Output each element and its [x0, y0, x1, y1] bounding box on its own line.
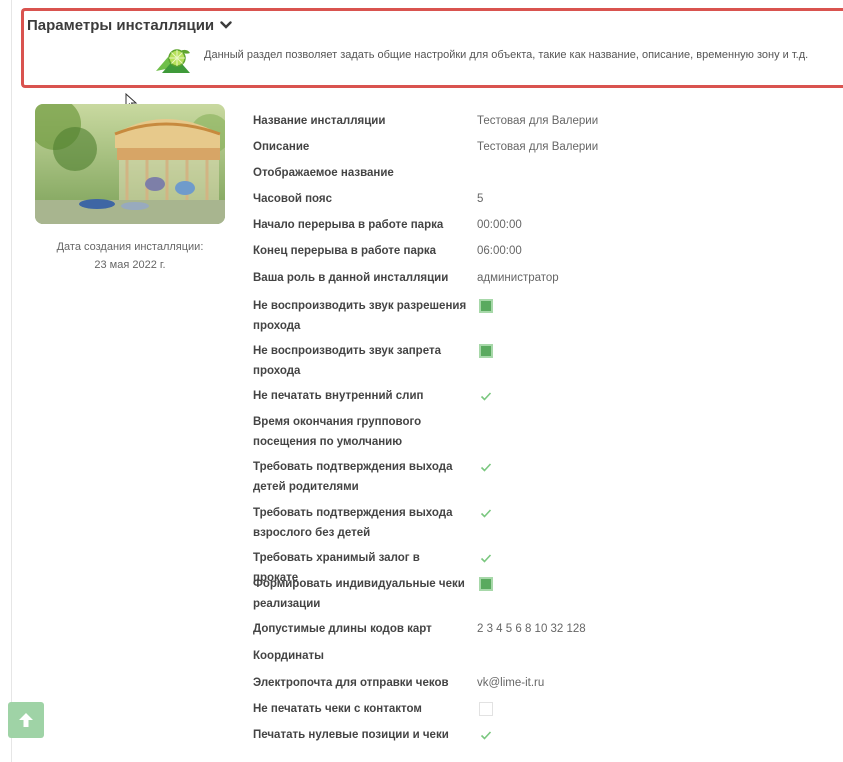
setting-label: Отображаемое название [253, 167, 394, 179]
setting-label: Ваша роль в данной инсталляции [253, 272, 449, 284]
created-date-value: 23 мая 2022 г. [94, 259, 166, 271]
section-description: Данный раздел позволяет задать общие нас… [204, 49, 809, 61]
setting-value: 5 [477, 193, 484, 205]
setting-label: Требовать подтверждения выхода взрослого… [253, 507, 453, 539]
check-icon[interactable] [479, 551, 493, 565]
setting-label: Не воспроизводить звук запрета прохода [253, 345, 441, 377]
checkbox-unchecked[interactable] [479, 702, 493, 716]
check-icon[interactable] [479, 460, 493, 474]
section-title-toggle[interactable]: Параметры инсталляции [27, 17, 232, 34]
page-left-border [11, 0, 12, 762]
setting-label: Печатать нулевые позиции и чеки [253, 729, 449, 741]
check-icon[interactable] [479, 728, 493, 742]
setting-label: Часовой пояс [253, 193, 333, 205]
setting-label: Не печатать внутренний слип [253, 390, 424, 402]
scroll-to-top-button[interactable] [8, 702, 44, 738]
setting-label: Время окончания группового посещения по … [253, 416, 422, 448]
setting-label: Название инсталляции [253, 115, 386, 127]
section-title: Параметры инсталляции [27, 17, 215, 34]
setting-label: Координаты [253, 650, 324, 662]
arrow-up-icon [19, 713, 33, 727]
setting-value: 00:00:00 [477, 219, 522, 231]
setting-label: Допустимые длины кодов карт [253, 623, 432, 635]
chevron-down-icon [220, 17, 232, 34]
setting-value: vk@lime-it.ru [477, 677, 545, 689]
checkbox-checked[interactable] [479, 299, 493, 313]
setting-label: Формировать индивидуальные чеки реализац… [253, 578, 465, 610]
setting-label: Описание [253, 141, 310, 153]
check-icon[interactable] [479, 389, 493, 403]
installation-photo [35, 104, 225, 224]
setting-value: 2 3 4 5 6 8 10 32 128 [477, 623, 586, 635]
lime-slice-icon [156, 49, 190, 73]
setting-value: администратор [477, 272, 559, 284]
setting-label: Требовать подтверждения выхода детей род… [253, 461, 453, 493]
setting-label: Электропочта для отправки чеков [253, 677, 449, 689]
setting-value: Тестовая для Валерии [477, 115, 599, 127]
check-icon[interactable] [479, 506, 493, 520]
setting-label: Не воспроизводить звук разрешения проход… [253, 300, 467, 332]
setting-value: Тестовая для Валерии [477, 141, 599, 153]
setting-label: Конец перерыва в работе парка [253, 245, 437, 257]
checkbox-checked[interactable] [479, 577, 493, 591]
setting-label: Не печатать чеки с контактом [253, 703, 422, 715]
setting-label: Начало перерыва в работе парка [253, 219, 444, 231]
created-date-label: Дата создания инсталляции: [56, 241, 204, 253]
installation-params-section-header: Параметры инсталляции Данный раздел позв… [21, 8, 843, 88]
setting-value: 06:00:00 [477, 245, 522, 257]
checkbox-checked[interactable] [479, 344, 493, 358]
